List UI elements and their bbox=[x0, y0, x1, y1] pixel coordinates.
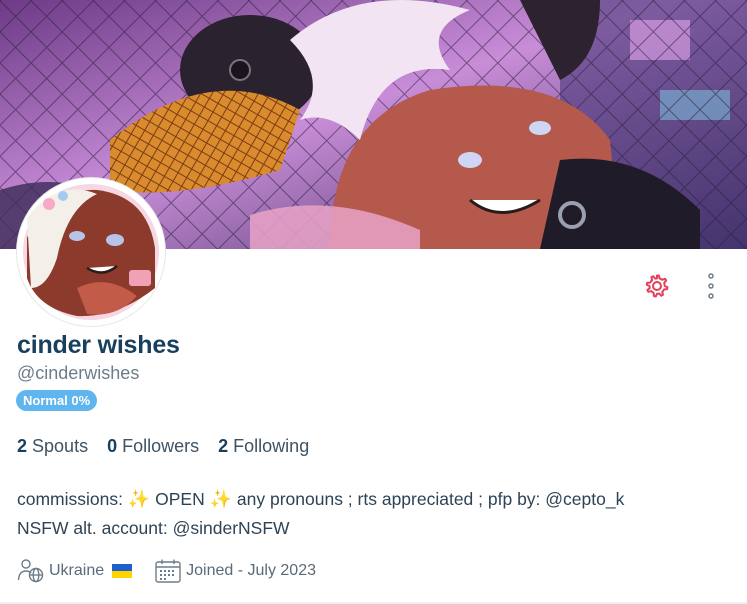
joined-text: Joined - July 2023 bbox=[186, 562, 316, 579]
bio-text-a: commissions: bbox=[17, 489, 128, 509]
stat-spouts-count: 2 bbox=[17, 436, 28, 456]
sparkles-emoji: ✨ bbox=[127, 489, 151, 509]
display-name: cinder wishes bbox=[17, 331, 180, 359]
calendar-icon bbox=[155, 559, 181, 583]
stat-spouts-label: Spouts bbox=[32, 436, 89, 456]
person-globe-icon bbox=[17, 559, 44, 583]
bio-text-c: any pronouns ; rts appreciated ; pfp by:… bbox=[232, 489, 625, 509]
gear-icon bbox=[645, 274, 669, 298]
joined-date: Joined - July 2023 bbox=[154, 558, 316, 584]
bio-line-1: commissions: ✨ OPEN ✨ any pronouns ; rts… bbox=[17, 485, 624, 514]
stat-followers[interactable]: 0 Followers bbox=[107, 436, 199, 457]
location: Ukraine bbox=[17, 558, 133, 584]
location-text: Ukraine bbox=[49, 562, 105, 579]
stat-following-label: Following bbox=[233, 436, 310, 456]
avatar[interactable] bbox=[17, 178, 165, 326]
profile-meta: Ukraine Joined - July 2023 bbox=[17, 558, 338, 584]
settings-button[interactable] bbox=[641, 270, 673, 302]
stat-following-count: 2 bbox=[218, 436, 229, 456]
profile-bio: commissions: ✨ OPEN ✨ any pronouns ; rts… bbox=[17, 485, 624, 542]
vertical-dots-icon bbox=[708, 273, 714, 299]
status-badge[interactable]: Normal 0% bbox=[16, 390, 98, 411]
profile-stats: 2 Spouts 0 Followers 2 Following bbox=[17, 436, 328, 457]
more-options-button[interactable] bbox=[698, 270, 724, 302]
username-handle: @cinderwishes bbox=[17, 363, 140, 383]
ukraine-flag-icon bbox=[112, 564, 133, 578]
stat-followers-label: Followers bbox=[122, 436, 200, 456]
stat-following[interactable]: 2 Following bbox=[218, 436, 309, 457]
stat-spouts[interactable]: 2 Spouts bbox=[17, 436, 88, 457]
bio-line-2: NSFW alt. account: @sinderNSFW bbox=[17, 517, 290, 538]
bio-text-b: OPEN bbox=[150, 489, 210, 509]
stat-followers-count: 0 bbox=[107, 436, 118, 456]
sparkles-emoji: ✨ bbox=[209, 489, 233, 509]
